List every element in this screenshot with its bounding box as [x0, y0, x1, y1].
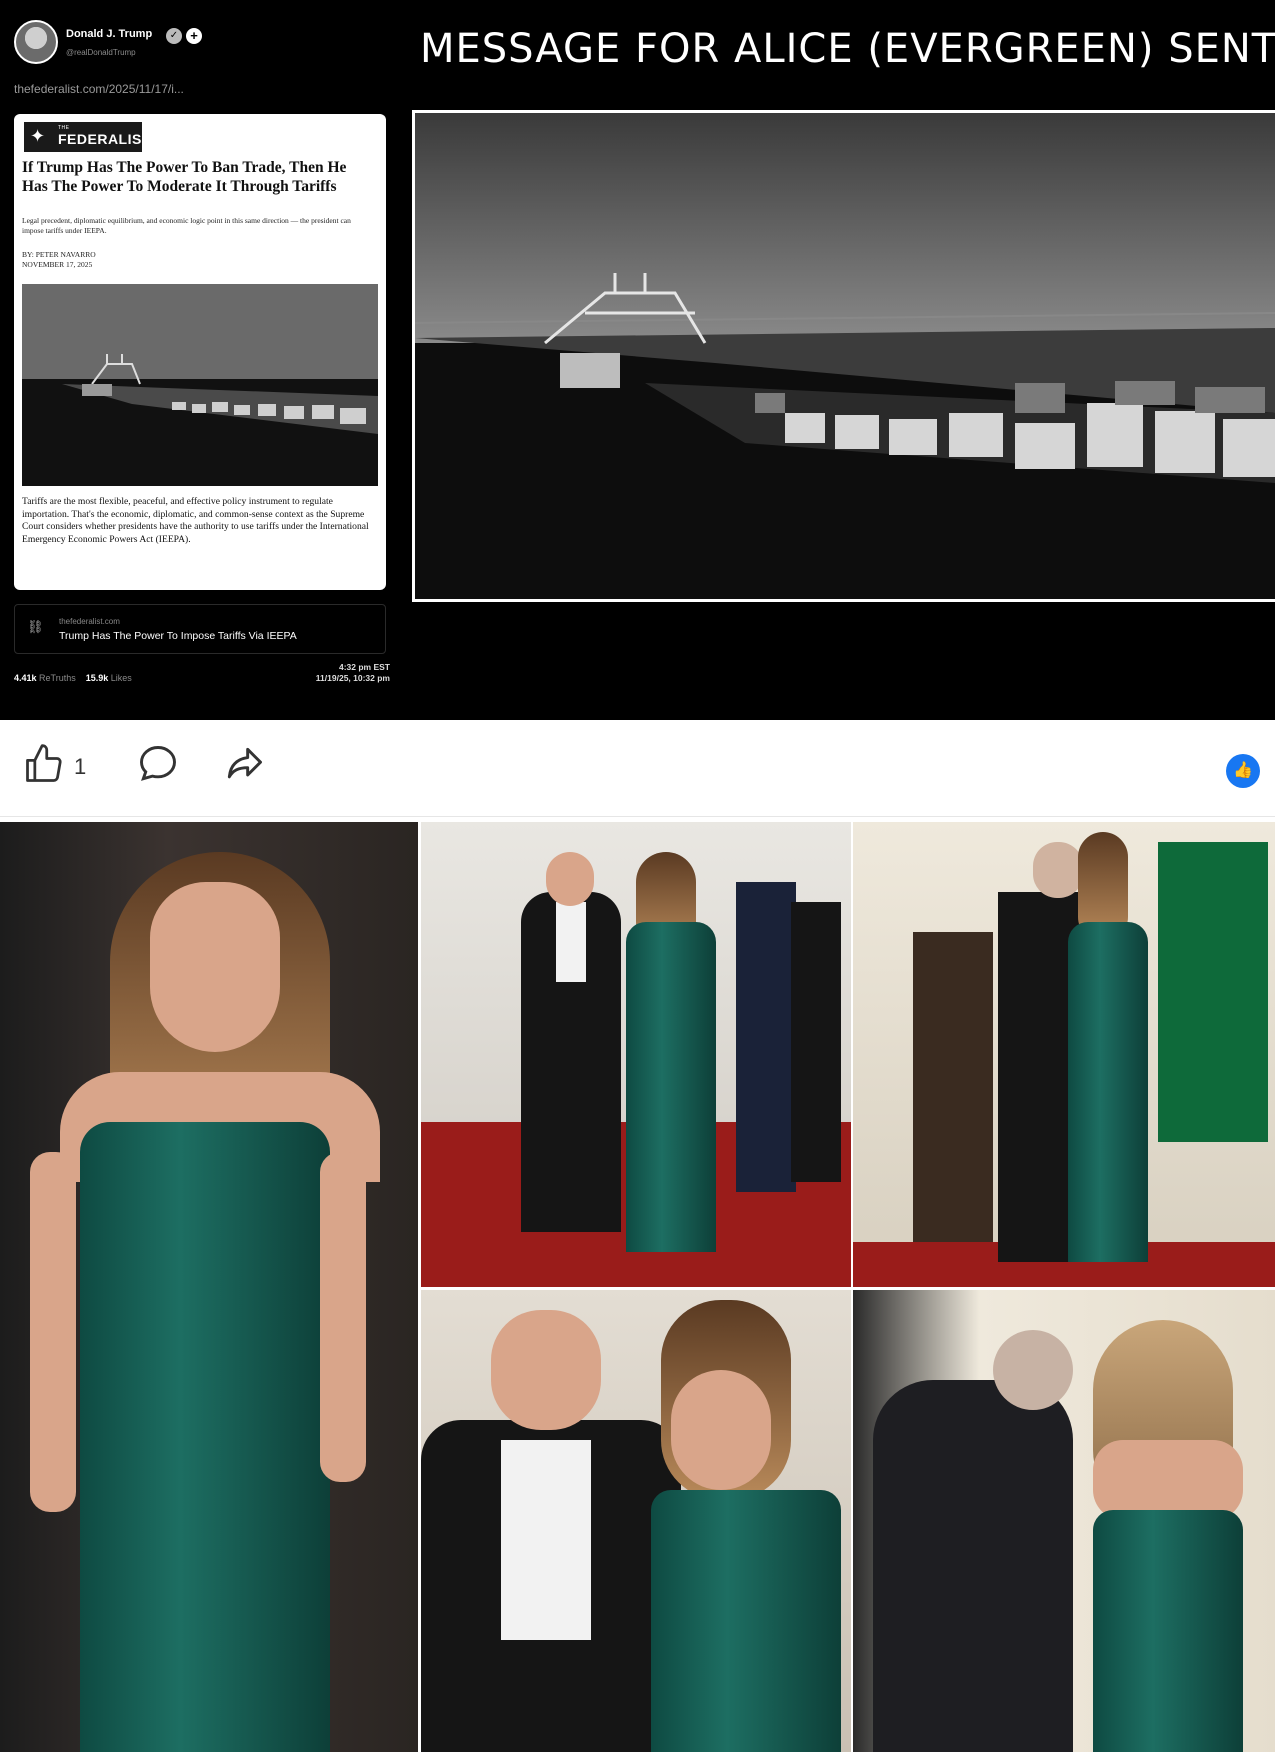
divider — [0, 816, 1275, 817]
link-preview[interactable]: ⛓ thefederalist.com Trump Has The Power … — [14, 604, 386, 654]
article-byline: BY: PETER NAVARRO NOVEMBER 17, 2025 — [22, 250, 96, 269]
link-preview-title: Trump Has The Power To Impose Tariffs Vi… — [59, 630, 297, 642]
collage-photo-3[interactable] — [853, 822, 1275, 1287]
overlay-message: MESSAGE FOR ALICE (EVERGREEN) SENT — [420, 26, 1275, 72]
check-badge-icon: ✓ — [166, 28, 182, 44]
collage-photo-1[interactable] — [0, 822, 418, 1752]
like-count: 1 — [74, 754, 87, 779]
shared-post-image: Donald J. Trump ✓ + @realDonaldTrump the… — [0, 0, 1275, 720]
link-preview-domain: thefederalist.com — [59, 617, 120, 626]
share-icon[interactable] — [222, 742, 266, 791]
author-name[interactable]: Donald J. Trump — [66, 28, 152, 40]
post-action-bar: 1 👍 — [0, 720, 1275, 820]
thumbs-up-icon[interactable]: 👍 — [1226, 754, 1260, 788]
eagle-icon: ✦ — [30, 126, 46, 146]
article-card[interactable]: ✦ THE FEDERALIST If Trump Has The Power … — [14, 114, 386, 590]
article-link-url[interactable]: thefederalist.com/2025/11/17/i... — [14, 82, 184, 96]
comment-icon[interactable] — [136, 742, 180, 791]
collage-photo-2[interactable] — [421, 822, 851, 1287]
plus-icon[interactable]: + — [186, 28, 202, 44]
author-avatar[interactable] — [14, 20, 58, 64]
link-icon: ⛓ — [27, 619, 44, 634]
post-timestamp: 4:32 pm EST 11/19/25, 10:32 pm — [315, 662, 390, 683]
port-photo-small — [22, 284, 378, 486]
article-title: If Trump Has The Power To Ban Trade, The… — [22, 159, 347, 195]
article-excerpt: Tariffs are the most flexible, peaceful,… — [22, 496, 369, 545]
engagement-stats: 4.41k ReTruths 15.9k Likes — [14, 673, 132, 683]
like-icon[interactable] — [22, 742, 66, 791]
photo-collage — [0, 822, 1275, 1752]
article-subtitle: Legal precedent, diplomatic equilibrium,… — [22, 216, 351, 235]
port-photo-large — [412, 110, 1275, 602]
collage-photo-5[interactable] — [853, 1290, 1275, 1752]
collage-photo-4[interactable] — [421, 1290, 851, 1752]
author-handle: @realDonaldTrump — [66, 48, 136, 57]
federalist-logo: ✦ THE FEDERALIST — [24, 122, 150, 152]
